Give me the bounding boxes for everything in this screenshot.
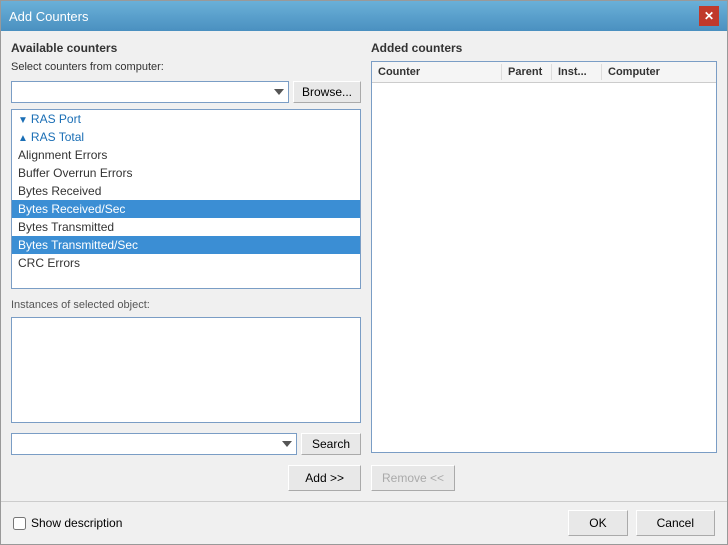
right-panel: Added counters Counter Parent Inst... Co…: [371, 41, 717, 491]
add-counters-dialog: Add Counters ✕ Available counters Select…: [0, 0, 728, 545]
remove-row: Remove <<: [371, 465, 717, 491]
computer-select-label: Select counters from computer:: [11, 61, 361, 73]
dialog-footer: Show description OK Cancel: [1, 501, 727, 544]
col-header-counter: Counter: [372, 64, 502, 80]
instances-box[interactable]: [11, 317, 361, 423]
counters-list[interactable]: ▼RAS Port▲RAS TotalAlignment ErrorsBuffe…: [11, 109, 361, 289]
remove-button[interactable]: Remove <<: [371, 465, 455, 491]
dialog-body: Available counters Select counters from …: [1, 31, 727, 501]
dialog-title: Add Counters: [9, 9, 89, 24]
ok-button[interactable]: OK: [568, 510, 627, 536]
list-item[interactable]: Bytes Received: [12, 182, 360, 200]
search-row: Search: [11, 433, 361, 455]
computer-row: Browse...: [11, 81, 361, 103]
add-button[interactable]: Add >>: [288, 465, 361, 491]
list-item[interactable]: ▲RAS Total: [12, 128, 360, 146]
list-item[interactable]: ▼RAS Port: [12, 110, 360, 128]
table-header: Counter Parent Inst... Computer: [372, 62, 716, 83]
list-item[interactable]: Bytes Received/Sec: [12, 200, 360, 218]
list-item[interactable]: Buffer Overrun Errors: [12, 164, 360, 182]
title-bar: Add Counters ✕: [1, 1, 727, 31]
collapse-arrow-icon: ▲: [18, 133, 28, 144]
list-item[interactable]: Bytes Transmitted: [12, 218, 360, 236]
footer-buttons: OK Cancel: [568, 510, 715, 536]
available-counters-label: Available counters: [11, 41, 361, 55]
instances-label: Instances of selected object:: [11, 299, 361, 311]
list-item[interactable]: Alignment Errors: [12, 146, 360, 164]
show-description-checkbox[interactable]: [13, 517, 26, 530]
list-item[interactable]: CRC Errors: [12, 254, 360, 272]
computer-dropdown[interactable]: [11, 81, 289, 103]
col-header-parent: Parent: [502, 64, 552, 80]
added-counters-table[interactable]: Counter Parent Inst... Computer: [371, 61, 717, 453]
cancel-button[interactable]: Cancel: [636, 510, 715, 536]
search-dropdown[interactable]: [11, 433, 297, 455]
browse-button[interactable]: Browse...: [293, 81, 361, 103]
list-item[interactable]: Bytes Transmitted/Sec: [12, 236, 360, 254]
added-counters-label: Added counters: [371, 41, 717, 55]
close-button[interactable]: ✕: [699, 6, 719, 26]
expand-arrow-icon: ▼: [18, 115, 28, 126]
search-button[interactable]: Search: [301, 433, 361, 455]
col-header-inst: Inst...: [552, 64, 602, 80]
show-description-row: Show description: [13, 516, 122, 530]
col-header-computer: Computer: [602, 64, 716, 80]
left-panel: Available counters Select counters from …: [11, 41, 361, 491]
show-description-label: Show description: [31, 516, 122, 530]
